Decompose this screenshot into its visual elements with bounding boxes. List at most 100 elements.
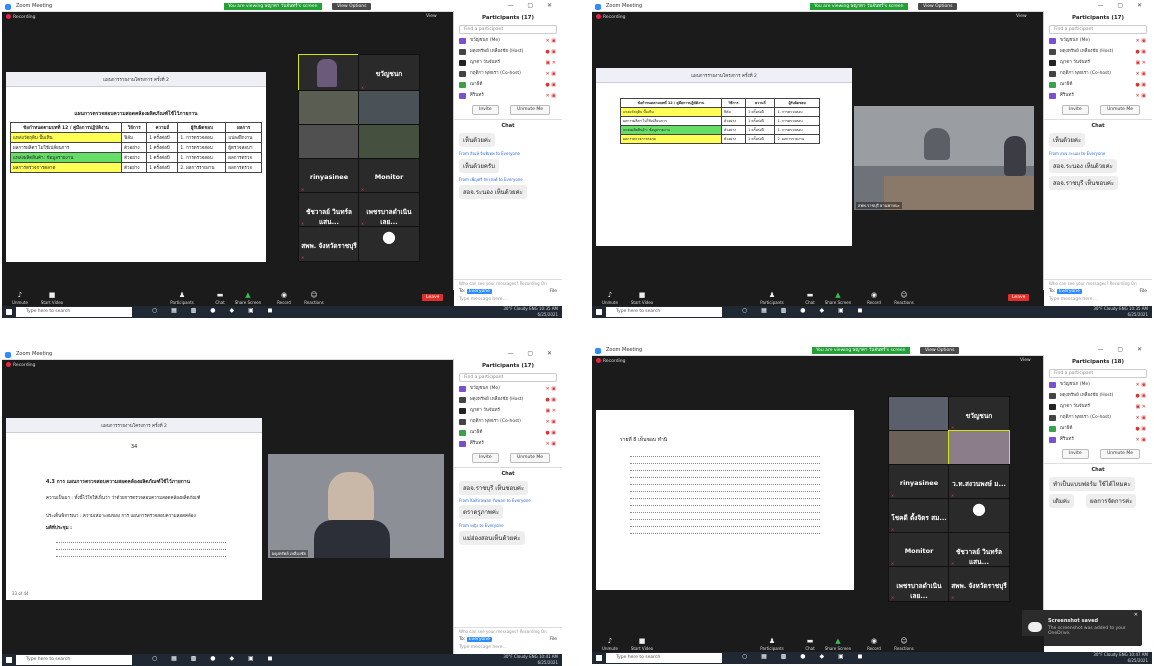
active-speaker-video[interactable]: สพพ.ราชบุรี ยานพาหนะ [854,106,1034,210]
invite-button[interactable]: Invite [1062,105,1089,115]
unmute-me-button[interactable]: Unmute Me [510,453,550,463]
participant-row[interactable]: ศิรินทร์ ✕ ▣ [1048,91,1148,101]
video-tile[interactable]: Monitor ✕ [888,532,950,568]
muted-mic-icon[interactable]: ✕ ▣ [545,384,556,394]
participant-row[interactable]: ขวัญชนก (Me) ✕ ▣ [1048,36,1148,46]
taskbar-apps-icon[interactable]: ○ ▦ ▩ ● ◆ ▣ ◼ [742,653,869,660]
muted-mic-icon[interactable]: ✕ ▣ [545,439,556,449]
unmute-me-button[interactable]: Unmute Me [510,105,550,115]
participants-button[interactable]: ♟ Participants [168,291,196,305]
participant-row[interactable]: ขวัญชนก (Me) ✕ ▣ [458,384,558,394]
leave-button[interactable]: Leave [422,294,444,301]
file-button[interactable]: File [549,637,557,642]
mic-icon[interactable]: ● ▣ [1135,424,1146,434]
chat-button[interactable]: ▬ Chat [796,291,824,305]
window-controls-icon[interactable]: — ▢ ✕ [507,350,558,357]
video-tile[interactable]: เพชรบาลดำเนินเลย... ✕ [358,192,420,228]
windows-start-icon[interactable] [6,309,12,315]
share-icon[interactable]: ▣ ✕ [545,406,556,416]
find-participant-input[interactable]: Find a participant [1049,25,1147,34]
share-screen-button[interactable]: ▲ Share Screen [824,637,852,651]
reactions-button[interactable]: ☺ Reactions [300,291,328,305]
view-options-button[interactable]: View Options [332,3,372,10]
participant-row[interactable]: กฤติกา พุทธรา (Co-host) ✕ ▣ [1048,69,1148,79]
chat-button[interactable]: ▬ Chat [206,291,234,305]
windows-start-icon[interactable] [6,657,12,663]
participant-row[interactable]: ศิรินทร์ ✕ ▣ [458,91,558,101]
video-tile[interactable]: โชคดี ตั้งจิตร สม... ✕ [888,498,950,534]
participant-row[interactable]: ขวัญชนก (Me) ✕ ▣ [458,36,558,46]
start-video-button[interactable]: ■ Start Video [628,291,656,305]
video-tile[interactable]: rinyasinee ✕ [298,158,360,194]
video-tile[interactable] [358,124,420,160]
find-participant-input[interactable]: Find a participant [1049,369,1147,378]
muted-mic-icon[interactable]: ✕ ▣ [545,36,556,46]
mic-icon[interactable]: ● ▣ [1135,47,1146,57]
invite-button[interactable]: Invite [472,453,499,463]
video-tile[interactable]: rinyasinee ✕ [888,464,950,500]
close-icon[interactable]: ✕ [1134,612,1138,618]
muted-mic-icon[interactable]: ✕ ▣ [1135,435,1146,445]
video-tile[interactable] [298,124,360,160]
video-tile[interactable] [888,430,950,466]
video-tile[interactable] [298,90,360,126]
participant-row[interactable]: ผดุงทรัพย์ เหลืองชัย (Host) ● ▣ [1048,391,1148,401]
view-options-button[interactable]: View Options [918,3,958,10]
video-tile[interactable]: เพชรบาลดำเนินเลย... ✕ [888,566,950,602]
participant-row[interactable]: กฤติกา พุทธรา (Co-host) ✕ ▣ [1048,413,1148,423]
video-tile[interactable]: Monitor ✕ [358,158,420,194]
windows-start-icon[interactable] [596,655,602,661]
mic-icon[interactable]: ● ▣ [545,395,556,405]
participant-row[interactable]: ศิรินทร์ ✕ ▣ [458,439,558,449]
mic-icon[interactable]: ● ▣ [1135,80,1146,90]
reactions-button[interactable]: ☺ Reactions [890,291,918,305]
chat-recipient[interactable]: To: Everyone File [459,289,557,294]
participants-button[interactable]: ♟ Participants [758,637,786,651]
muted-mic-icon[interactable]: ✕ ▣ [545,91,556,101]
share-icon[interactable]: ▣ ✕ [1135,402,1146,412]
taskbar-search[interactable]: Type here to search [16,307,132,317]
chat-input[interactable]: Type message here... [459,297,557,302]
reactions-button[interactable]: ☺ Reactions [890,637,918,651]
window-controls-icon[interactable]: — ▢ ✕ [507,2,558,9]
unmute-button[interactable]: ♪ Unmute [596,291,624,305]
unmute-button[interactable]: ♪ Unmute [596,637,624,651]
video-tile[interactable]: ขวัญชนก ✕ [358,54,420,92]
participant-row[interactable]: ญาดา วันจันทร์ ▣ ✕ [1048,402,1148,412]
window-controls-icon[interactable]: — ▢ ✕ [1097,346,1148,353]
windows-start-icon[interactable] [596,309,602,315]
invite-button[interactable]: Invite [472,105,499,115]
participant-row[interactable]: ศิรินทร์ ✕ ▣ [1048,435,1148,445]
view-button[interactable]: View [1020,358,1031,363]
unmute-me-button[interactable]: Unmute Me [1100,105,1140,115]
mic-icon[interactable]: ● ▣ [545,428,556,438]
mic-icon[interactable]: ● ▣ [1135,391,1146,401]
muted-mic-icon[interactable]: ✕ ▣ [545,69,556,79]
video-tile[interactable]: ขวัญชนก ✕ [948,396,1010,432]
record-button[interactable]: ◉ Record [270,291,298,305]
find-participant-input[interactable]: Find a participant [459,373,557,382]
chat-button[interactable]: ▬ Chat [796,637,824,651]
video-tile[interactable] [358,90,420,126]
video-tile[interactable]: ● [358,226,420,262]
participants-button[interactable]: ♟ Participants [758,291,786,305]
mic-icon[interactable]: ● ▣ [545,80,556,90]
chat-recipient[interactable]: To: Everyone File [1049,289,1147,294]
chat-input[interactable]: Type message here... [459,645,557,650]
file-button[interactable]: File [1139,289,1147,294]
muted-mic-icon[interactable]: ✕ ▣ [1135,380,1146,390]
participant-row[interactable]: ผดุงทรัพย์ เหลืองชัย (Host) ● ▣ [458,47,558,57]
video-tile[interactable] [888,396,950,432]
leave-button[interactable]: Leave [1008,294,1030,301]
video-tile[interactable]: ชัชวาลย์ วินทร์ลแสน... ✕ [948,532,1010,568]
participant-row[interactable]: ญาดา วันจันทร์ ▣ ✕ [458,58,558,68]
file-button[interactable]: File [549,289,557,294]
taskbar-apps-icon[interactable]: ○ ▦ ▩ ● ◆ ▣ ◼ [152,307,279,314]
participant-row[interactable]: ณาธิดี ● ▣ [1048,80,1148,90]
muted-mic-icon[interactable]: ✕ ▣ [1135,69,1146,79]
taskbar-apps-icon[interactable]: ○ ▦ ▩ ● ◆ ▣ ◼ [152,655,279,662]
participant-row[interactable]: กฤติกา พุทธรา (Co-host) ✕ ▣ [458,417,558,427]
muted-mic-icon[interactable]: ✕ ▣ [545,417,556,427]
active-speaker-video[interactable]: ผดุงทรัพย์ เหลืองชัย [268,454,444,558]
view-options-button[interactable]: View Options [920,347,960,354]
